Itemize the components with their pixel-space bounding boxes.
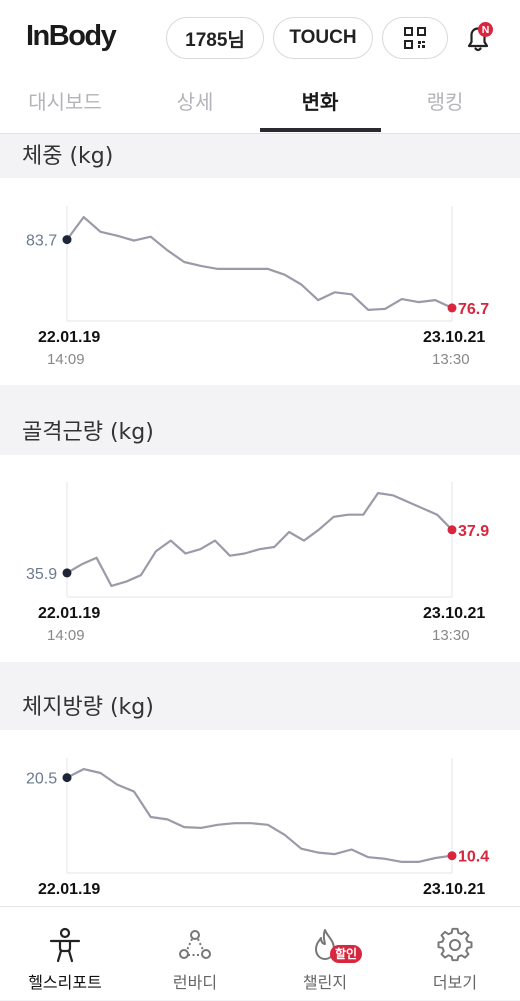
- app-header: InBody 1785님 TOUCH N 대시보드 상세 변화 랭킹: [0, 0, 520, 134]
- bell-icon: N: [467, 22, 493, 52]
- end-time: 13:30: [432, 351, 470, 368]
- nav-label: 헬스리포트: [28, 973, 102, 992]
- start-point: [62, 568, 72, 578]
- active-tab-indicator: [260, 128, 381, 132]
- chart-card-muscle[interactable]: 35.9 37.9 22.01.19 14:09 23.10.21 13:30: [0, 455, 520, 662]
- nav-runbody[interactable]: 런바디: [130, 907, 260, 1001]
- start-date: 22.01.19: [38, 881, 101, 898]
- nav-more[interactable]: 더보기: [390, 907, 520, 1001]
- user-button[interactable]: 1785님: [166, 17, 264, 59]
- tab-bar: 대시보드 상세 변화 랭킹: [0, 80, 520, 134]
- section-title-muscle: 골격근량 (kg): [22, 420, 154, 445]
- body-figure-icon: [49, 927, 81, 963]
- tab-detail[interactable]: 상세: [130, 86, 260, 115]
- start-value-label: 20.5: [26, 771, 57, 788]
- nav-label: 챌린지: [302, 973, 348, 992]
- section-title-fat: 체지방량 (kg): [22, 695, 154, 720]
- end-date: 23.10.21: [423, 605, 486, 622]
- series-line: [66, 492, 453, 587]
- start-value-label: 35.9: [26, 566, 57, 583]
- end-date: 23.10.21: [423, 329, 486, 346]
- start-time: 14:09: [47, 627, 85, 644]
- series-line: [66, 216, 453, 311]
- end-point: [447, 525, 457, 535]
- qr-code-icon: [404, 27, 426, 49]
- end-time: 13:30: [432, 627, 470, 644]
- gear-icon: [437, 927, 473, 962]
- nav-challenge[interactable]: 할인 챌린지: [260, 907, 390, 1001]
- tab-dashboard[interactable]: 대시보드: [0, 86, 130, 115]
- end-point: [447, 303, 457, 313]
- tab-ranking[interactable]: 랭킹: [380, 86, 510, 115]
- qr-button[interactable]: [382, 17, 448, 59]
- nav-label: 더보기: [432, 973, 478, 992]
- start-date: 22.01.19: [38, 605, 101, 622]
- end-date: 23.10.21: [423, 881, 486, 898]
- tab-change[interactable]: 변화: [255, 86, 385, 115]
- end-point: [447, 851, 457, 861]
- start-point: [62, 235, 72, 245]
- start-point: [62, 773, 72, 783]
- start-time: 14:09: [47, 351, 85, 368]
- sale-badge: 할인: [330, 945, 363, 963]
- chart-card-weight[interactable]: 83.7 76.7 22.01.19 14:09 23.10.21 13:30: [0, 178, 520, 385]
- nav-health-report[interactable]: 헬스리포트: [0, 907, 130, 1001]
- notification-bell-button[interactable]: N: [460, 20, 496, 56]
- end-value-label: 76.7: [458, 301, 489, 318]
- bell-badge: N: [482, 24, 490, 36]
- start-value-label: 83.7: [26, 233, 57, 250]
- fat-line-chart: 20.5 10.4: [26, 758, 489, 874]
- run-body-icon: [179, 930, 211, 959]
- bottom-navigation: 헬스리포트 런바디 할인 챌린지 더보기: [0, 906, 520, 1000]
- inbody-logo: InBody: [26, 20, 117, 52]
- chart-card-fat[interactable]: 20.5 10.4 22.01.19 23.10.21: [0, 730, 520, 906]
- end-value-label: 37.9: [458, 523, 489, 540]
- end-value-label: 10.4: [458, 849, 489, 866]
- series-line: [66, 768, 453, 863]
- nav-label: 런바디: [172, 973, 218, 992]
- start-date: 22.01.19: [38, 329, 101, 346]
- section-title-weight: 체중 (kg): [22, 144, 114, 169]
- touch-button[interactable]: TOUCH: [273, 17, 373, 59]
